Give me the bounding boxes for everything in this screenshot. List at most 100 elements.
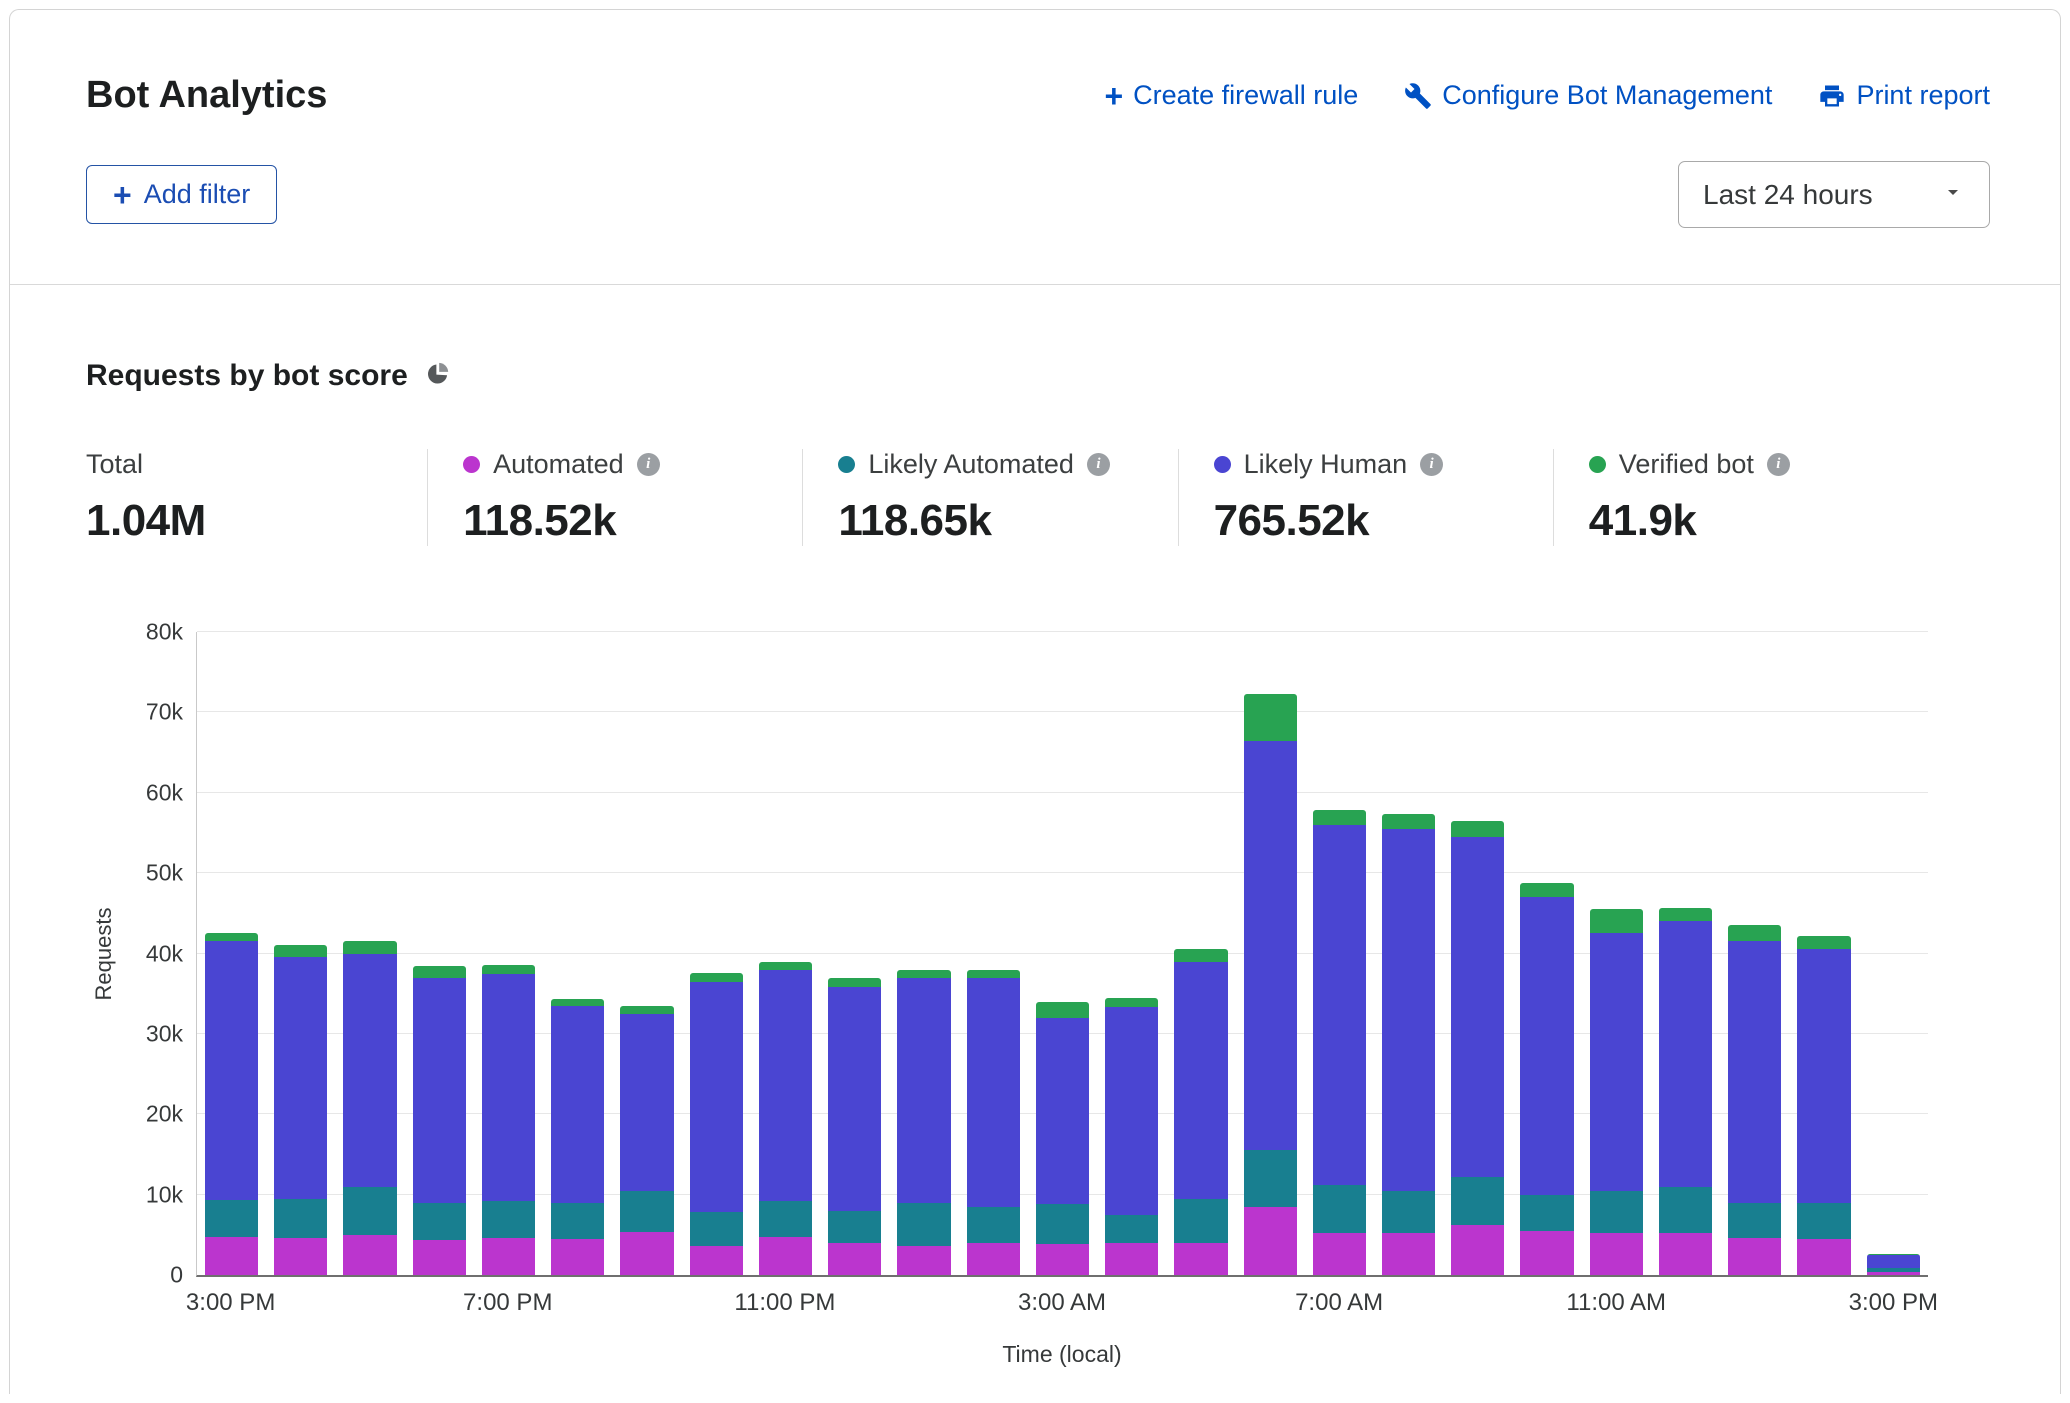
chart-bar-18[interactable]	[1451, 821, 1504, 1275]
bot-analytics-card: Bot Analytics + Create firewall rule Con…	[9, 9, 2061, 1394]
bar-segment-automated	[620, 1232, 673, 1275]
bar-segment-likely-automated	[343, 1187, 396, 1235]
bar-segment-likely-automated	[1036, 1204, 1089, 1244]
chart-bar-19[interactable]	[1520, 883, 1573, 1275]
info-icon[interactable]: i	[1767, 453, 1790, 476]
chart-bar-3[interactable]	[413, 966, 466, 1275]
bar-segment-automated	[1036, 1244, 1089, 1275]
section-title: Requests by bot score	[86, 359, 408, 393]
chart-bar-20[interactable]	[1590, 909, 1643, 1275]
bar-segment-likely-human	[1797, 949, 1850, 1202]
chart-bar-slot	[959, 632, 1028, 1275]
chart-bar-7[interactable]	[690, 973, 743, 1275]
info-icon[interactable]: i	[637, 453, 660, 476]
y-axis-tick-label: 0	[170, 1262, 183, 1289]
y-axis-tick-label: 60k	[146, 779, 183, 806]
chart-bar-9[interactable]	[828, 978, 881, 1275]
chart-bar-slot	[1028, 632, 1097, 1275]
bar-segment-automated	[1520, 1231, 1573, 1275]
bar-segment-likely-human	[1313, 825, 1366, 1185]
bar-segment-automated	[482, 1238, 535, 1275]
add-filter-button[interactable]: + Add filter	[86, 165, 277, 224]
bar-segment-likely-human	[759, 970, 812, 1201]
bar-segment-likely-human	[551, 1006, 604, 1203]
bar-segment-likely-human	[1451, 837, 1504, 1177]
chart-bar-2[interactable]	[343, 941, 396, 1275]
chart-bar-14[interactable]	[1174, 949, 1227, 1275]
bar-segment-likely-automated	[690, 1212, 743, 1247]
requests-chart: 010k20k30k40k50k60k70k80k Requests 3:00 …	[86, 632, 1928, 1368]
bar-segment-verified-bot	[620, 1006, 673, 1014]
bar-segment-automated	[1382, 1233, 1435, 1275]
chart-bar-0[interactable]	[205, 933, 258, 1275]
bar-segment-automated	[897, 1246, 950, 1275]
chart-bar-17[interactable]	[1382, 814, 1435, 1275]
bar-segment-likely-human	[1244, 741, 1297, 1151]
stat-likely-human: Likely Human i 765.52k	[1178, 449, 1553, 546]
plus-icon: +	[1104, 85, 1123, 107]
bar-segment-verified-bot	[1728, 925, 1781, 941]
bar-segment-automated	[1313, 1233, 1366, 1275]
bar-segment-automated	[205, 1237, 258, 1275]
bar-segment-automated	[343, 1235, 396, 1275]
bar-segment-verified-bot	[828, 978, 881, 988]
bar-segment-likely-automated	[1520, 1195, 1573, 1231]
bar-segment-verified-bot	[759, 962, 812, 970]
configure-bot-management-link[interactable]: Configure Bot Management	[1404, 80, 1772, 111]
bar-segment-verified-bot	[413, 966, 466, 977]
bar-segment-verified-bot	[343, 941, 396, 953]
bar-segment-likely-human	[1520, 897, 1573, 1194]
chart-bar-slot	[682, 632, 751, 1275]
chart-bar-23[interactable]	[1797, 936, 1850, 1275]
bar-segment-likely-human	[828, 987, 881, 1210]
page-title: Bot Analytics	[86, 74, 327, 117]
info-icon[interactable]: i	[1420, 453, 1443, 476]
time-range-select[interactable]: Last 24 hours	[1678, 161, 1990, 228]
chart-bar-13[interactable]	[1105, 998, 1158, 1275]
bar-segment-verified-bot	[1244, 694, 1297, 741]
time-range-value: Last 24 hours	[1703, 179, 1873, 211]
chart-bar-16[interactable]	[1313, 810, 1366, 1275]
y-axis-tick-label: 40k	[146, 940, 183, 967]
pie-chart-icon	[424, 360, 451, 392]
y-axis-tick-label: 70k	[146, 699, 183, 726]
chart-bar-15[interactable]	[1244, 694, 1297, 1275]
info-icon[interactable]: i	[1087, 453, 1110, 476]
chart-bar-4[interactable]	[482, 965, 535, 1275]
bar-segment-verified-bot	[1382, 814, 1435, 828]
chart-bar-5[interactable]	[551, 999, 604, 1275]
chart-bar-10[interactable]	[897, 970, 950, 1275]
chart-bar-8[interactable]	[759, 962, 812, 1275]
x-axis-tick-label: 3:00 PM	[186, 1289, 275, 1317]
bar-segment-verified-bot	[1105, 998, 1158, 1008]
chart-bar-slot	[1305, 632, 1374, 1275]
create-firewall-rule-link[interactable]: + Create firewall rule	[1104, 80, 1358, 111]
bar-segment-likely-human	[1590, 933, 1643, 1190]
chart-bar-24[interactable]	[1867, 1254, 1920, 1275]
bar-segment-verified-bot	[897, 970, 950, 978]
chart-bar-12[interactable]	[1036, 1002, 1089, 1275]
chart-bar-11[interactable]	[967, 970, 1020, 1275]
stat-automated: Automated i 118.52k	[427, 449, 802, 546]
bar-segment-likely-automated	[413, 1203, 466, 1240]
bar-segment-verified-bot	[690, 973, 743, 982]
chart-bar-21[interactable]	[1659, 908, 1712, 1275]
chart-bar-slot	[543, 632, 612, 1275]
chart-bar-slot	[1166, 632, 1235, 1275]
verified-bot-value: 41.9k	[1589, 496, 1908, 546]
bar-segment-verified-bot	[1036, 1002, 1089, 1018]
chart-bar-1[interactable]	[274, 945, 327, 1275]
chart-bar-6[interactable]	[620, 1006, 673, 1275]
bar-segment-automated	[1867, 1272, 1920, 1275]
bar-segment-likely-human	[1659, 921, 1712, 1186]
chart-bars	[197, 632, 1928, 1275]
y-axis-tick-label: 10k	[146, 1181, 183, 1208]
chart-bar-slot	[1720, 632, 1789, 1275]
bar-segment-automated	[1105, 1243, 1158, 1275]
stat-verified-bot: Verified bot i 41.9k	[1553, 449, 1928, 546]
chart-bar-22[interactable]	[1728, 925, 1781, 1275]
y-axis-tick-label: 80k	[146, 619, 183, 646]
print-report-link[interactable]: Print report	[1818, 80, 1990, 111]
bar-segment-verified-bot	[1520, 883, 1573, 897]
bar-segment-verified-bot	[1797, 936, 1850, 950]
